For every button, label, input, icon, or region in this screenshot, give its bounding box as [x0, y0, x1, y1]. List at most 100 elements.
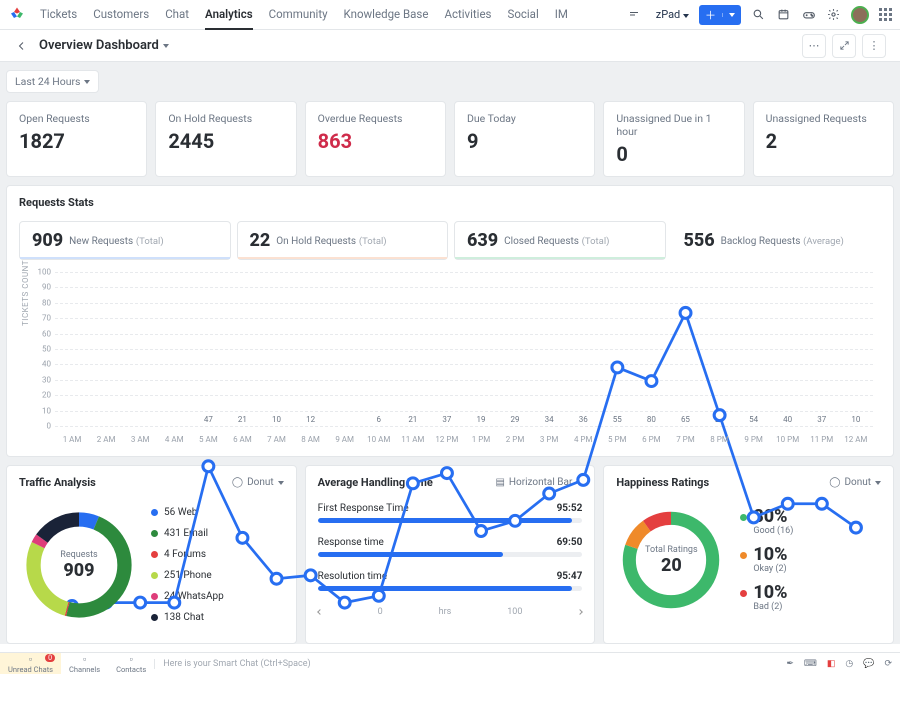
nav-tab-social[interactable]: Social — [507, 0, 538, 30]
legend-item[interactable]: 251 Phone — [151, 570, 224, 581]
requests-stats-panel: Requests Stats 909New Requests (Total)22… — [6, 185, 894, 457]
kpi-card[interactable]: Unassigned Due in 1 hour0 — [603, 101, 744, 177]
bar-slot: 47 — [191, 272, 225, 426]
kpi-label: On Hold Requests — [168, 112, 283, 125]
traffic-chart-type[interactable]: ◯Donut — [232, 477, 284, 488]
chat-icon[interactable]: 💬 — [863, 659, 874, 669]
stats-segment[interactable]: 22On Hold Requests (Total) — [237, 221, 449, 260]
nav-tab-im[interactable]: IM — [555, 0, 568, 30]
kpi-value: 2445 — [168, 129, 283, 153]
kpi-value: 1827 — [19, 129, 134, 153]
search-icon[interactable] — [751, 7, 766, 22]
happiness-item: 10%Okay (2) — [740, 546, 793, 574]
bottom-bar: 0▫Unread Chats▫Channels▫Contacts Here is… — [0, 652, 900, 674]
tab-icon: ▫ — [83, 654, 86, 665]
hbar-icon: ▤ — [495, 477, 504, 488]
kpi-card[interactable]: Unassigned Requests2 — [753, 101, 894, 177]
happiness-item: 10%Bad (2) — [740, 584, 793, 612]
bar-slot: 19 — [464, 272, 498, 426]
scale-right-icon[interactable] — [577, 609, 583, 615]
nav-tab-tickets[interactable]: Tickets — [40, 0, 77, 30]
gamepad-icon[interactable] — [801, 7, 816, 22]
refresh-icon[interactable]: ⟳ — [884, 659, 892, 669]
signature-icon[interactable]: ✒ — [786, 659, 794, 669]
kpi-card[interactable]: Due Today9 — [454, 101, 595, 177]
kpi-card[interactable]: On Hold Requests 2445 — [155, 101, 296, 177]
bar-slot: 10 — [259, 272, 293, 426]
add-button[interactable]: ＋ — [699, 5, 741, 25]
more-menu-icon[interactable]: ⋯ — [802, 34, 826, 58]
history-icon[interactable]: ◷ — [845, 659, 853, 669]
handling-title: Average Handling Time — [318, 476, 433, 489]
traffic-analysis-panel: Traffic Analysis ◯Donut Requests909 56 W… — [6, 465, 297, 644]
bar-slot: 6 — [362, 272, 396, 426]
nav-tab-activities[interactable]: Activities — [444, 0, 491, 30]
bar-slot: 54 — [737, 272, 771, 426]
legend-item[interactable]: 56 Web — [151, 507, 224, 518]
bar-slot: 55 — [600, 272, 634, 426]
keyboard-icon[interactable]: ⌨ — [804, 659, 817, 669]
content-area: Last 24 Hours Open Requests1827On Hold R… — [0, 62, 900, 644]
smart-chat-input[interactable]: Here is your Smart Chat (Ctrl+Space) — [154, 659, 778, 669]
happiness-legend: 80%Good (16)10%Okay (2)10%Bad (2) — [740, 508, 793, 612]
bar-slot — [328, 272, 362, 426]
nav-tab-knowledge-base[interactable]: Knowledge Base — [344, 0, 429, 30]
kpi-label: Overdue Requests — [318, 112, 433, 125]
kpi-label: Unassigned Due in 1 hour — [616, 112, 731, 138]
nav-tab-chat[interactable]: Chat — [165, 0, 189, 30]
expand-icon[interactable] — [832, 34, 856, 58]
bar-slot: 37 — [805, 272, 839, 426]
bar-slot: 34 — [532, 272, 566, 426]
kpi-card[interactable]: Overdue Requests863 — [305, 101, 446, 177]
happiness-chart-type[interactable]: ◯Donut — [829, 477, 881, 488]
bottom-tab-unread-chats[interactable]: 0▫Unread Chats — [0, 653, 61, 674]
bar-slot: 36 — [566, 272, 600, 426]
legend-item[interactable]: 4 Forums — [151, 549, 224, 560]
plus-icon: ＋ — [699, 7, 722, 23]
bar-slot: 21 — [225, 272, 259, 426]
back-icon[interactable] — [14, 38, 29, 53]
kpi-card[interactable]: Open Requests1827 — [6, 101, 147, 177]
happiness-donut: Total Ratings20 — [616, 505, 726, 615]
bookmark-icon[interactable]: ◧ — [827, 659, 836, 669]
handling-row: Response time69:50 — [318, 537, 583, 557]
top-navbar: Tickets Customers Chat Analytics Community Kn… — [0, 0, 900, 30]
tenant-switcher[interactable]: zPad — [656, 8, 689, 21]
stats-segment[interactable]: 556Backlog Requests (Average) — [672, 221, 882, 260]
kebab-menu-icon[interactable]: ⋮ — [862, 34, 886, 58]
stats-segment[interactable]: 909New Requests (Total) — [19, 221, 231, 260]
requests-stats-title: Requests Stats — [19, 196, 881, 209]
legend-item[interactable]: 138 Chat — [151, 612, 224, 623]
bottom-tab-channels[interactable]: ▫Channels — [61, 653, 108, 674]
stats-segment[interactable]: 639Closed Requests (Total) — [454, 221, 666, 260]
bar-slot — [123, 272, 157, 426]
bar-slot: 21 — [396, 272, 430, 426]
handling-row: Resolution time95:47 — [318, 571, 583, 591]
apps-grid-icon[interactable] — [879, 8, 892, 21]
calendar-icon[interactable] — [776, 7, 791, 22]
gear-icon[interactable] — [826, 7, 841, 22]
legend-item[interactable]: 24 WhatsApp — [151, 591, 224, 602]
donut-icon: ◯ — [829, 477, 840, 488]
scale-left-icon[interactable] — [317, 609, 323, 615]
traffic-legend: 56 Web 431 Email 4 Forums 251 Phone 24 Whats… — [151, 507, 224, 623]
more-tabs-icon[interactable] — [627, 7, 642, 22]
bottom-tab-contacts[interactable]: ▫Contacts — [108, 653, 154, 674]
kpi-row: Open Requests1827 On Hold Requests 2445 Ove… — [6, 101, 894, 177]
nav-tab-analytics[interactable]: Analytics — [205, 0, 253, 30]
legend-item[interactable]: 431 Email — [151, 528, 224, 539]
y-axis-title: TICKETS COUNT — [21, 260, 30, 326]
tab-icon: ▫ — [29, 654, 32, 665]
requests-chart: TICKETS COUNT 0102030405060708090100 472… — [19, 266, 881, 446]
handling-time-panel: Average Handling Time ▤Horizontal Bar Fi… — [305, 465, 596, 644]
handling-chart-type[interactable]: ▤Horizontal Bar — [495, 477, 582, 488]
kpi-value: 9 — [467, 129, 582, 153]
user-avatar[interactable] — [851, 6, 869, 24]
requests-stats-segments: 909New Requests (Total)22On Hold Request… — [19, 221, 881, 260]
bar-slot — [89, 272, 123, 426]
nav-tab-customers[interactable]: Customers — [93, 0, 149, 30]
add-dropdown-icon[interactable] — [722, 13, 741, 17]
timerange-selector[interactable]: Last 24 Hours — [6, 70, 99, 93]
nav-tab-community[interactable]: Community — [269, 0, 328, 30]
page-title[interactable]: Overview Dashboard — [39, 38, 169, 53]
